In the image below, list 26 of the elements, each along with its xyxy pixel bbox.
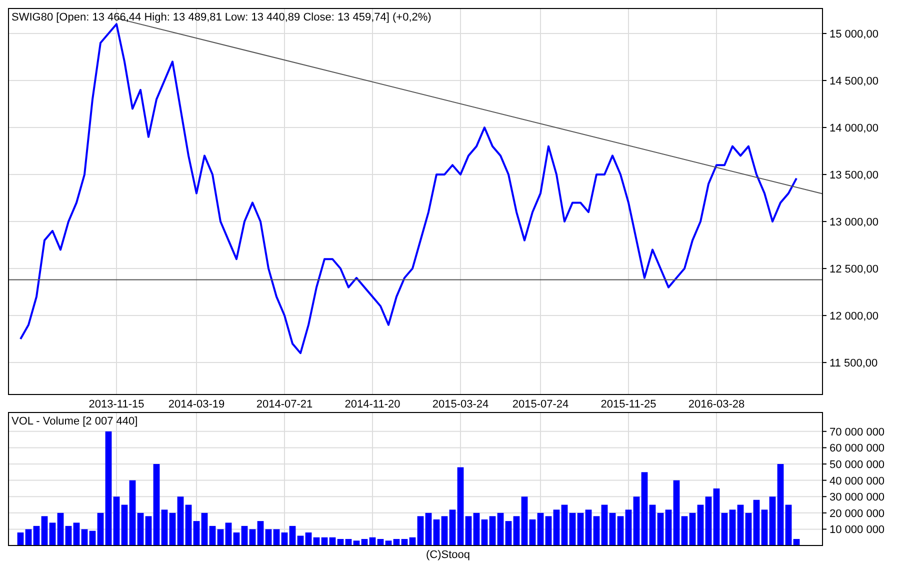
axis-label: 2015-11-25 [600,398,656,410]
axis-label: 20 000 000 [830,508,885,520]
axis-label: 2014-03-19 [168,398,225,410]
axis-label: 30 000 000 [830,492,885,504]
axis-label: 40 000 000 [830,475,885,488]
axis-label: 70 000 000 [830,426,885,438]
chart-title: VOL - Volume [2 007 440] [12,416,138,428]
axis-label: 13 000,00 [830,216,878,229]
axis-label: 2013-11-15 [88,398,144,410]
axis-label: 12 500,00 [830,264,878,276]
axis-label: 2015-07-24 [512,398,569,410]
axis-label: 2014-11-20 [344,398,400,410]
axis-label: 60 000 000 [830,442,885,455]
axis-label: 50 000 000 [830,459,885,471]
axis-label: 2016-03-28 [688,398,745,410]
axis-label: 14 000,00 [830,122,878,135]
axis-label: 15 000,00 [830,28,878,40]
axis-label: 2015-03-24 [432,398,489,410]
axis-label: 11 500,00 [830,358,878,370]
copyright-text: (C)Stooq [426,548,470,562]
axis-label: 12 000,00 [830,310,878,323]
axis-label: 10 000 000 [830,524,885,536]
chart-title: SWIG80 [Open: 13 466,44 High: 13 489,81 Low: 13 440,89 Close: 13 459,74] (+0,2%) [12,12,432,24]
axis-label: 14 500,00 [830,76,878,88]
axis-label: 13 500,00 [830,170,878,182]
axis-label: 2014-07-21 [256,398,313,410]
